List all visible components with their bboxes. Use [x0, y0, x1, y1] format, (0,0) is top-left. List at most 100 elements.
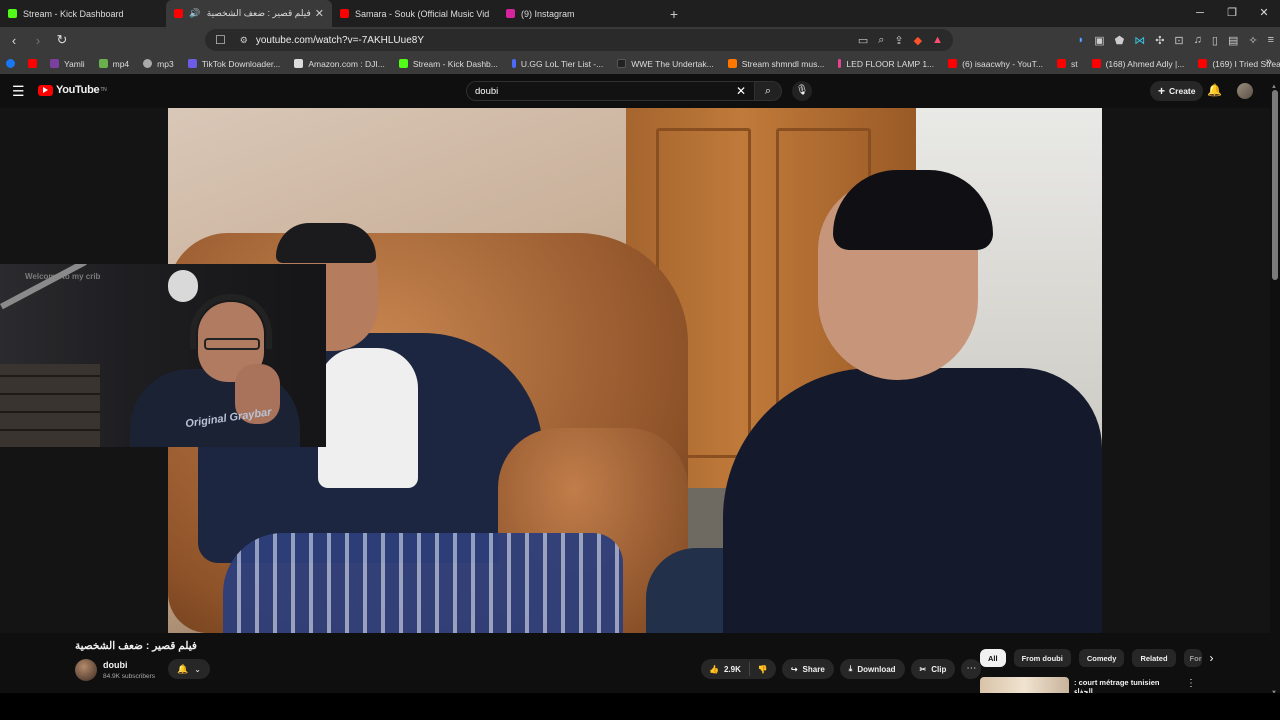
notifications-bell-icon[interactable]: 🔔 — [1207, 83, 1222, 97]
page-scrollbar[interactable]: ▲ ▼ — [1270, 84, 1280, 696]
channel-name[interactable]: doubi — [103, 660, 128, 670]
instagram-favicon-icon — [506, 9, 515, 18]
extension-icon[interactable]: ▣ — [1094, 34, 1104, 47]
bookmark-item[interactable]: WWE The Undertak... — [617, 59, 714, 69]
tab-instagram[interactable]: (9) Instagram — [498, 0, 664, 27]
back-icon[interactable]: ‹ — [4, 33, 24, 48]
bookmark-item[interactable]: Amazon.com : DJI... — [294, 59, 385, 69]
youtube-play-icon — [38, 84, 53, 96]
chip-related[interactable]: Related — [1132, 649, 1176, 667]
tab-youtube-active[interactable]: 🔊 فيلم قصير : ضعف الشخصية - ✕ — [166, 0, 332, 27]
bookmark-label: LED FLOOR LAMP 1... — [846, 58, 935, 69]
extensions-puzzle-icon[interactable]: ✣ — [1155, 34, 1164, 47]
search-button[interactable]: ⌕ — [754, 81, 782, 101]
address-bar[interactable]: ☐ ⚙ youtube.com/watch?v=-7AKHLUue8Y ▭ ⌕ … — [205, 29, 953, 51]
leo-ai-icon[interactable]: ✧ — [1248, 34, 1257, 47]
bookmark-item[interactable]: mp3 — [143, 59, 174, 69]
share-page-icon[interactable]: ⇪ — [894, 34, 903, 47]
create-button[interactable]: + Create — [1150, 81, 1204, 101]
reload-icon[interactable]: ↻ — [52, 32, 72, 48]
channel-avatar[interactable] — [75, 659, 97, 681]
tab-kick-dashboard[interactable]: Stream - Kick Dashboard — [0, 0, 166, 27]
chip-comedy[interactable]: Comedy — [1078, 649, 1125, 667]
extension-icon[interactable]: ◗ — [1078, 34, 1085, 46]
kick-favicon-icon — [8, 9, 17, 18]
site-info-icon[interactable]: ⚙ — [240, 35, 248, 46]
restore-icon[interactable]: ❐ — [1216, 0, 1248, 27]
amazon-icon — [294, 59, 304, 68]
voice-search-button[interactable]: 🎙 — [792, 81, 812, 101]
audio-playing-icon[interactable]: 🔊 — [189, 8, 200, 19]
bookmark-item[interactable] — [28, 59, 42, 68]
menu-icon[interactable]: ≡ — [1268, 34, 1274, 46]
bookmark-favicon-icon — [187, 59, 197, 68]
bookmark-item[interactable]: LED FLOOR LAMP 1... — [838, 59, 934, 69]
chevron-right-icon[interactable]: › — [1210, 651, 1214, 665]
dislike-button[interactable]: 👎 — [750, 665, 776, 674]
window-controls: ─ ❐ ✕ — [1184, 0, 1280, 27]
search-input[interactable]: doubi ✕ — [466, 81, 754, 101]
media-icon[interactable]: ♫ — [1194, 34, 1202, 46]
tab-title: Samara - Souk (Official Music Vid — [355, 8, 490, 19]
bookmark-item[interactable]: mp4 — [98, 59, 129, 69]
more-actions-button[interactable]: ⋯ — [961, 659, 982, 679]
bookmark-item[interactable]: TikTok Downloader... — [187, 58, 281, 69]
clear-search-icon[interactable]: ✕ — [736, 84, 746, 98]
bookmark-item[interactable]: (168) Ahmed Adly |... — [1091, 59, 1184, 69]
menu-icon[interactable]: ☰ — [12, 83, 25, 100]
bookmark-item[interactable]: U.GG LoL Tier List -... — [511, 59, 603, 69]
bookmark-item[interactable] — [6, 59, 20, 68]
bookmark-label: TikTok Downloader... — [201, 58, 281, 69]
bookmark-item[interactable]: Stream shmndl mus... — [727, 59, 824, 69]
person-right-jacket — [723, 368, 1102, 633]
bookmarks-bar: Yamli mp4 mp3 TikTok Downloader... Amazo… — [0, 53, 1280, 74]
extension-icon[interactable]: ⋈ — [1134, 34, 1145, 47]
sidebar-icon[interactable]: ▯ — [1212, 34, 1218, 47]
wallet-icon[interactable]: ▤ — [1228, 34, 1238, 47]
forward-icon[interactable]: › — [28, 33, 48, 48]
youtube-header: ☰ YouTube TN doubi ✕ ⌕ 🎙 + Create 🔔 — [0, 74, 1280, 108]
browser-tab-bar: Stream - Kick Dashboard 🔊 فيلم قصير : ضع… — [0, 0, 1280, 27]
bookmark-icon[interactable]: ☐ — [215, 33, 226, 47]
chip-from-doubi[interactable]: From doubi — [1013, 649, 1071, 667]
bookmark-item[interactable]: Stream - Kick Dashb... — [398, 59, 498, 69]
video-actions: 👍 2.9K 👎 ↪ Share ⤓ Download ✂ Clip ⋯ — [701, 659, 982, 679]
video-title: فيلم قصير : ضعف الشخصية — [75, 640, 197, 652]
extension-icon[interactable]: ⬟ — [1115, 34, 1125, 47]
zoom-icon[interactable]: ⌕ — [878, 34, 884, 47]
subscribed-notifications-button[interactable]: 🔔 ⌄ — [168, 659, 210, 679]
brave-shield-icon[interactable]: ◆ — [914, 34, 922, 47]
bookmark-favicon-icon — [143, 59, 153, 68]
bookmark-item[interactable]: (6) isaacwhy - YouT... — [948, 59, 1043, 69]
clip-button[interactable]: ✂ Clip — [910, 659, 956, 679]
bookmark-item[interactable]: Yamli — [50, 59, 85, 69]
video-player[interactable]: Welcome to my crib Original Graybar — [0, 108, 1270, 633]
url-text[interactable]: youtube.com/watch?v=-7AKHLUue8Y — [256, 35, 858, 46]
bookmark-label: Amazon.com : DJI... — [308, 58, 385, 69]
close-window-icon[interactable]: ✕ — [1248, 0, 1280, 27]
minimize-icon[interactable]: ─ — [1184, 0, 1216, 27]
share-button[interactable]: ↪ Share — [781, 659, 834, 679]
bookmark-label: mp3 — [157, 58, 174, 69]
person-left-plaid-pants — [223, 533, 623, 633]
bookmark-item[interactable]: st — [1056, 59, 1078, 69]
new-tab-button[interactable]: + — [664, 6, 684, 22]
tab-samara-souk[interactable]: Samara - Souk (Official Music Vid — [332, 0, 498, 27]
like-button[interactable]: 👍 2.9K — [701, 662, 750, 676]
download-button[interactable]: ⤓ Download — [839, 659, 905, 679]
bookmark-favicon-icon — [511, 59, 516, 68]
cast-icon[interactable]: ▭ — [858, 34, 868, 47]
account-avatar[interactable] — [1237, 83, 1253, 99]
youtube-logo[interactable]: YouTube TN — [38, 84, 107, 96]
close-tab-icon[interactable]: ✕ — [315, 7, 324, 20]
person-left-hair — [276, 223, 376, 263]
scrollbar-thumb[interactable] — [1272, 90, 1278, 280]
more-vertical-icon[interactable]: ⋮ — [1186, 678, 1196, 689]
brave-rewards-icon[interactable]: ▲ — [932, 34, 943, 47]
chip-for-you[interactable]: For — [1183, 649, 1202, 667]
more-bookmarks-icon[interactable]: » — [1266, 56, 1272, 68]
chip-all[interactable]: All — [980, 649, 1006, 667]
download-icon — [98, 59, 108, 68]
extension-icon[interactable]: ⊡ — [1174, 34, 1183, 47]
youtube-favicon-icon — [174, 9, 183, 18]
